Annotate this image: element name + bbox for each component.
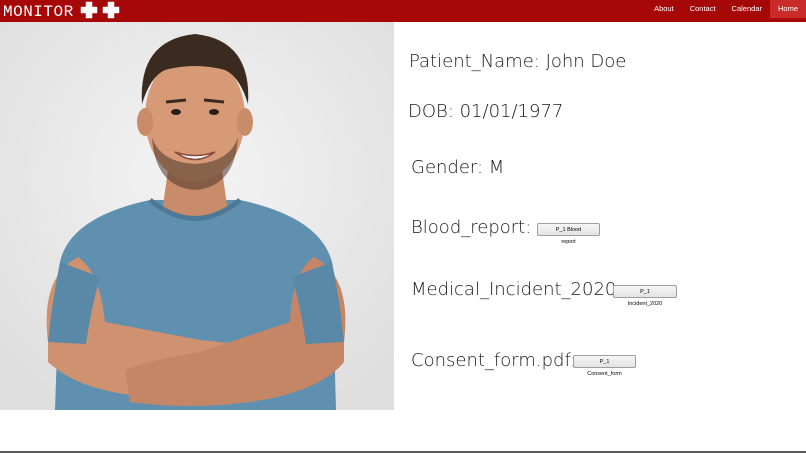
main-nav: About Contact Calendar Home [646, 0, 806, 18]
patient-name: Patient_Name: John Doe [409, 51, 627, 72]
consent-form-button[interactable]: P_1 Consent_form [573, 355, 636, 377]
patient-photo [0, 22, 394, 410]
incident-report-button[interactable]: P_1 Incident_2020 [613, 285, 677, 307]
patient-gender: Gender: M [411, 157, 505, 178]
consent-form-label: Consent_form.pdf: [411, 350, 577, 371]
medical-cross-icon [80, 1, 98, 19]
blood-report-label: Blood_report: [411, 217, 532, 238]
brand-logo-text: MONITOR [3, 3, 74, 21]
nav-home[interactable]: Home [769, 0, 806, 18]
medical-cross-icon [102, 1, 120, 19]
top-navbar: MONITOR About Contact Calendar Home [0, 0, 806, 22]
nav-calendar[interactable]: Calendar [724, 0, 770, 18]
medical-incident-label: Medical_Incident_2020: [411, 279, 623, 300]
nav-contact[interactable]: Contact [682, 0, 724, 18]
patient-dob: DOB: 01/01/1977 [408, 101, 564, 122]
blood-report-button[interactable]: P_1 Blood report [537, 223, 600, 245]
nav-about[interactable]: About [646, 0, 682, 18]
